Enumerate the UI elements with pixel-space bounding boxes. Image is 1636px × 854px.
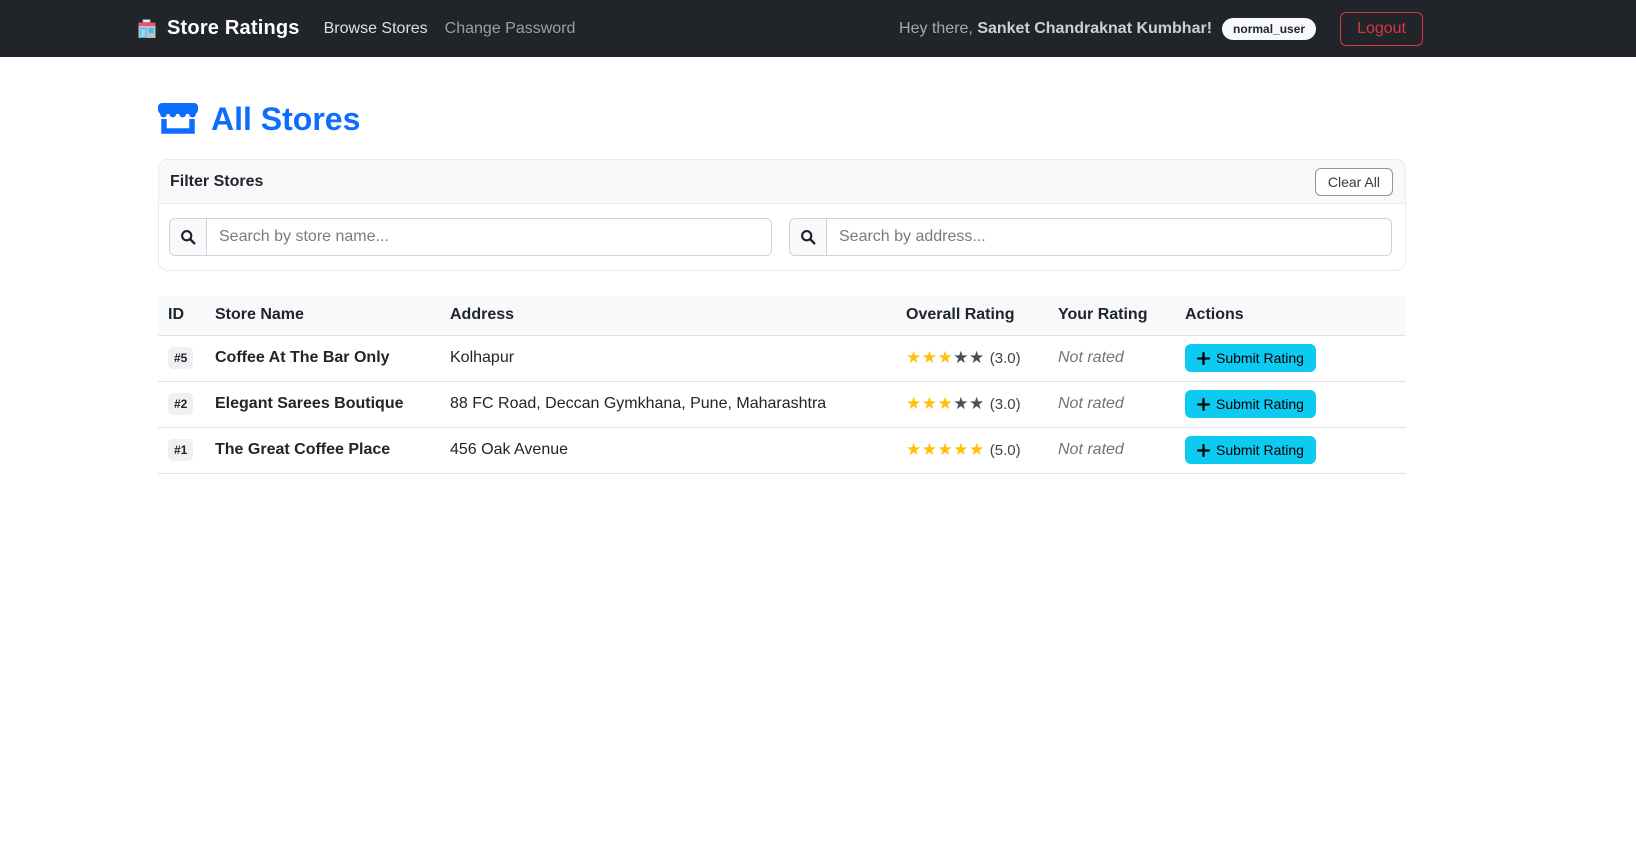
search-address-input[interactable] bbox=[826, 218, 1392, 256]
your-rating-status: Not rated bbox=[1058, 395, 1124, 412]
star-rating-icons: ★★★★★ bbox=[906, 348, 985, 367]
star-empty-icon: ★ bbox=[969, 348, 985, 367]
submit-rating-button[interactable]: Submit Rating bbox=[1185, 390, 1316, 418]
storefront-icon bbox=[158, 103, 198, 136]
submit-rating-label: Submit Rating bbox=[1216, 350, 1304, 366]
table-body: #5 Coffee At The Bar Only Kolhapur ★★★★★… bbox=[158, 334, 1406, 474]
table-header: ID Store Name Address Overall Rating You… bbox=[158, 296, 1406, 335]
address-search-group bbox=[789, 218, 1392, 256]
nav-link-change-password[interactable]: Change Password bbox=[445, 20, 576, 38]
store-name: Elegant Sarees Boutique bbox=[205, 381, 440, 428]
rating-value: (5.0) bbox=[989, 442, 1021, 459]
star-filled-icon: ★ bbox=[906, 348, 922, 367]
star-filled-icon: ★ bbox=[937, 348, 954, 367]
app-title: Store Ratings bbox=[167, 17, 300, 39]
star-empty-icon: ★ bbox=[953, 348, 969, 367]
logout-button[interactable]: Logout bbox=[1340, 11, 1423, 46]
star-rating-icons: ★★★★★ bbox=[906, 394, 985, 413]
filter-title: Filter Stores bbox=[170, 172, 264, 190]
table-row: #5 Coffee At The Bar Only Kolhapur ★★★★★… bbox=[158, 334, 1406, 382]
star-empty-icon: ★ bbox=[953, 394, 969, 413]
star-filled-icon: ★ bbox=[906, 394, 922, 413]
plus-icon bbox=[1197, 397, 1210, 411]
star-filled-icon: ★ bbox=[921, 348, 938, 367]
store-id-badge: #5 bbox=[168, 347, 194, 369]
search-store-name-input[interactable] bbox=[206, 218, 772, 256]
store-name: Coffee At The Bar Only bbox=[205, 334, 440, 382]
plus-icon bbox=[1197, 351, 1210, 365]
brand[interactable]: Store Ratings bbox=[136, 17, 300, 40]
submit-rating-label: Submit Rating bbox=[1216, 442, 1304, 458]
store-address: 456 Oak Avenue bbox=[440, 427, 896, 474]
header-your-rating: Your Rating bbox=[1048, 296, 1175, 335]
store-name-search-group bbox=[169, 218, 772, 256]
store-emoji-icon bbox=[136, 18, 158, 40]
star-empty-icon: ★ bbox=[969, 394, 985, 413]
store-id-badge: #2 bbox=[168, 393, 194, 415]
nav-links: Browse Stores Change Password bbox=[324, 20, 576, 38]
star-filled-icon: ★ bbox=[906, 440, 922, 459]
nav-link-browse-stores[interactable]: Browse Stores bbox=[324, 20, 428, 38]
table-row: #2 Elegant Sarees Boutique 88 FC Road, D… bbox=[158, 381, 1406, 428]
your-rating-status: Not rated bbox=[1058, 349, 1124, 366]
rating-value: (3.0) bbox=[989, 350, 1021, 367]
star-filled-icon: ★ bbox=[921, 394, 938, 413]
page-heading: All Stores bbox=[158, 101, 1406, 138]
star-filled-icon: ★ bbox=[937, 440, 954, 459]
header-actions: Actions bbox=[1175, 296, 1406, 335]
header-overall-rating: Overall Rating bbox=[896, 296, 1048, 335]
greeting-prefix: Hey there, bbox=[899, 19, 978, 37]
header-store-name: Store Name bbox=[205, 296, 440, 335]
clear-all-button[interactable]: Clear All bbox=[1314, 167, 1393, 196]
submit-rating-label: Submit Rating bbox=[1216, 396, 1304, 412]
role-badge: normal_user bbox=[1222, 17, 1317, 40]
store-address: Kolhapur bbox=[440, 334, 896, 382]
filter-card: Filter Stores Clear All bbox=[158, 159, 1406, 271]
submit-rating-button[interactable]: Submit Rating bbox=[1185, 436, 1316, 464]
star-filled-icon: ★ bbox=[937, 394, 954, 413]
rating-value: (3.0) bbox=[989, 396, 1021, 413]
submit-rating-button[interactable]: Submit Rating bbox=[1185, 344, 1316, 372]
star-filled-icon: ★ bbox=[969, 440, 985, 459]
star-rating-icons: ★★★★★ bbox=[906, 440, 985, 459]
main-content: All Stores Filter Stores Clear All Searc… bbox=[158, 101, 1406, 474]
filter-card-header: Filter Stores Clear All bbox=[159, 160, 1405, 204]
header-address: Address bbox=[440, 296, 896, 335]
search-icon bbox=[169, 218, 206, 256]
store-address: 88 FC Road, Deccan Gymkhana, Pune, Mahar… bbox=[440, 381, 896, 428]
store-id-badge: #1 bbox=[168, 439, 194, 461]
table-row: #1 The Great Coffee Place 456 Oak Avenue… bbox=[158, 427, 1406, 474]
greeting: Hey there, Sanket Chandraknat Kumbhar! bbox=[899, 20, 1212, 38]
your-rating-status: Not rated bbox=[1058, 441, 1124, 458]
star-filled-icon: ★ bbox=[953, 440, 969, 459]
filter-card-body bbox=[159, 204, 1405, 270]
store-name: The Great Coffee Place bbox=[205, 427, 440, 474]
star-filled-icon: ★ bbox=[921, 440, 938, 459]
search-icon bbox=[789, 218, 826, 256]
stores-table: ID Store Name Address Overall Rating You… bbox=[158, 296, 1406, 474]
header-id: ID bbox=[158, 296, 205, 335]
plus-icon bbox=[1197, 443, 1210, 457]
navbar: Store Ratings Browse Stores Change Passw… bbox=[0, 0, 1636, 57]
page-title: All Stores bbox=[211, 101, 361, 137]
user-name: Sanket Chandraknat Kumbhar! bbox=[977, 19, 1213, 37]
